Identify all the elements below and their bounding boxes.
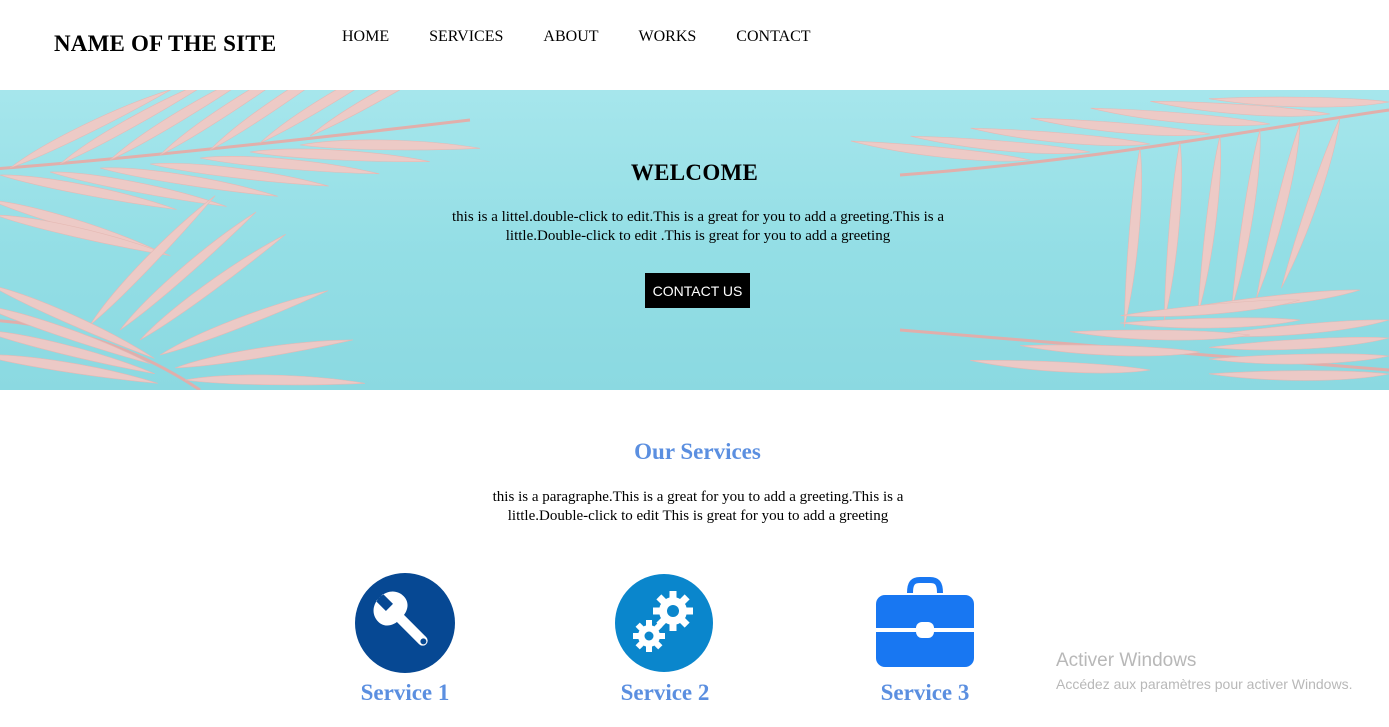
nav-about[interactable]: ABOUT — [543, 28, 598, 46]
services-title: Our Services — [634, 439, 761, 464]
watermark-title: Activer Windows — [1056, 650, 1197, 671]
hero-text: this is a littel.double-click to edit.Th… — [452, 209, 944, 244]
site-header: NAME OF THE SITE HOME SERVICES ABOUT WOR… — [0, 0, 1389, 90]
service-card-1[interactable]: Service 1 — [335, 573, 475, 706]
nav-works[interactable]: WORKS — [639, 28, 697, 46]
service-1-label: Service 1 — [360, 680, 450, 705]
service-card-2[interactable]: Service 2 — [595, 573, 735, 706]
hero-banner: WELCOME this is a littel.double-click to… — [0, 90, 1389, 390]
wrench-icon — [355, 573, 455, 673]
main-nav: HOME SERVICES ABOUT WORKS CONTACT — [342, 28, 851, 46]
services-text: this is a paragraphe.This is a great for… — [492, 489, 904, 524]
contact-us-button[interactable]: CONTACT US — [645, 273, 750, 308]
service-2-label: Service 2 — [620, 680, 710, 705]
service-3-label: Service 3 — [880, 680, 970, 705]
briefcase-icon — [876, 577, 974, 667]
nav-services[interactable]: SERVICES — [429, 28, 503, 46]
nav-contact[interactable]: CONTACT — [736, 28, 810, 46]
gears-icon — [615, 574, 713, 672]
hero-content: WELCOME this is a littel.double-click to… — [0, 90, 1389, 390]
site-title[interactable]: NAME OF THE SITE — [54, 31, 276, 57]
hero-title: WELCOME — [630, 160, 759, 185]
windows-activation-watermark: Activer Windows Accédez aux paramètres p… — [1056, 650, 1352, 694]
nav-home[interactable]: HOME — [342, 28, 389, 46]
watermark-subtitle: Accédez aux paramètres pour activer Wind… — [1056, 676, 1353, 692]
service-card-3[interactable]: Service 3 — [855, 573, 995, 706]
